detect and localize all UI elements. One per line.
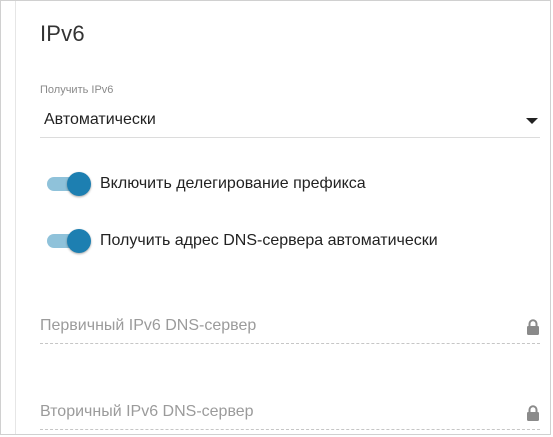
- secondary-dns-field[interactable]: Вторичный IPv6 DNS-сервер: [40, 395, 540, 430]
- primary-dns-field[interactable]: Первичный IPv6 DNS-сервер: [40, 309, 540, 344]
- lock-icon: [527, 319, 539, 335]
- secondary-dns-placeholder: Вторичный IPv6 DNS-сервер: [40, 403, 254, 420]
- toggle-auto-dns[interactable]: Получить адрес DNS-сервера автоматически: [40, 226, 438, 256]
- auto-dns-label: Получить адрес DNS-сервера автоматически: [100, 232, 438, 249]
- obtain-ipv6-value: Автоматически: [44, 111, 156, 128]
- auto-dns-switch[interactable]: [40, 226, 94, 256]
- prefix-delegation-switch[interactable]: [40, 169, 94, 199]
- obtain-ipv6-select[interactable]: Автоматически: [40, 103, 540, 138]
- settings-panel: IPv6 Получить IPv6 Автоматически Включит…: [0, 0, 551, 435]
- switch-knob: [67, 172, 91, 196]
- switch-knob: [67, 229, 91, 253]
- section-title: IPv6: [40, 21, 85, 46]
- panel-content: IPv6 Получить IPv6 Автоматически Включит…: [15, 1, 548, 434]
- toggle-prefix-delegation[interactable]: Включить делегирование префикса: [40, 169, 366, 199]
- obtain-ipv6-label: Получить IPv6: [40, 84, 114, 96]
- primary-dns-placeholder: Первичный IPv6 DNS-сервер: [40, 317, 257, 334]
- lock-icon: [527, 405, 539, 421]
- chevron-down-icon: [526, 118, 538, 124]
- prefix-delegation-label: Включить делегирование префикса: [100, 175, 366, 192]
